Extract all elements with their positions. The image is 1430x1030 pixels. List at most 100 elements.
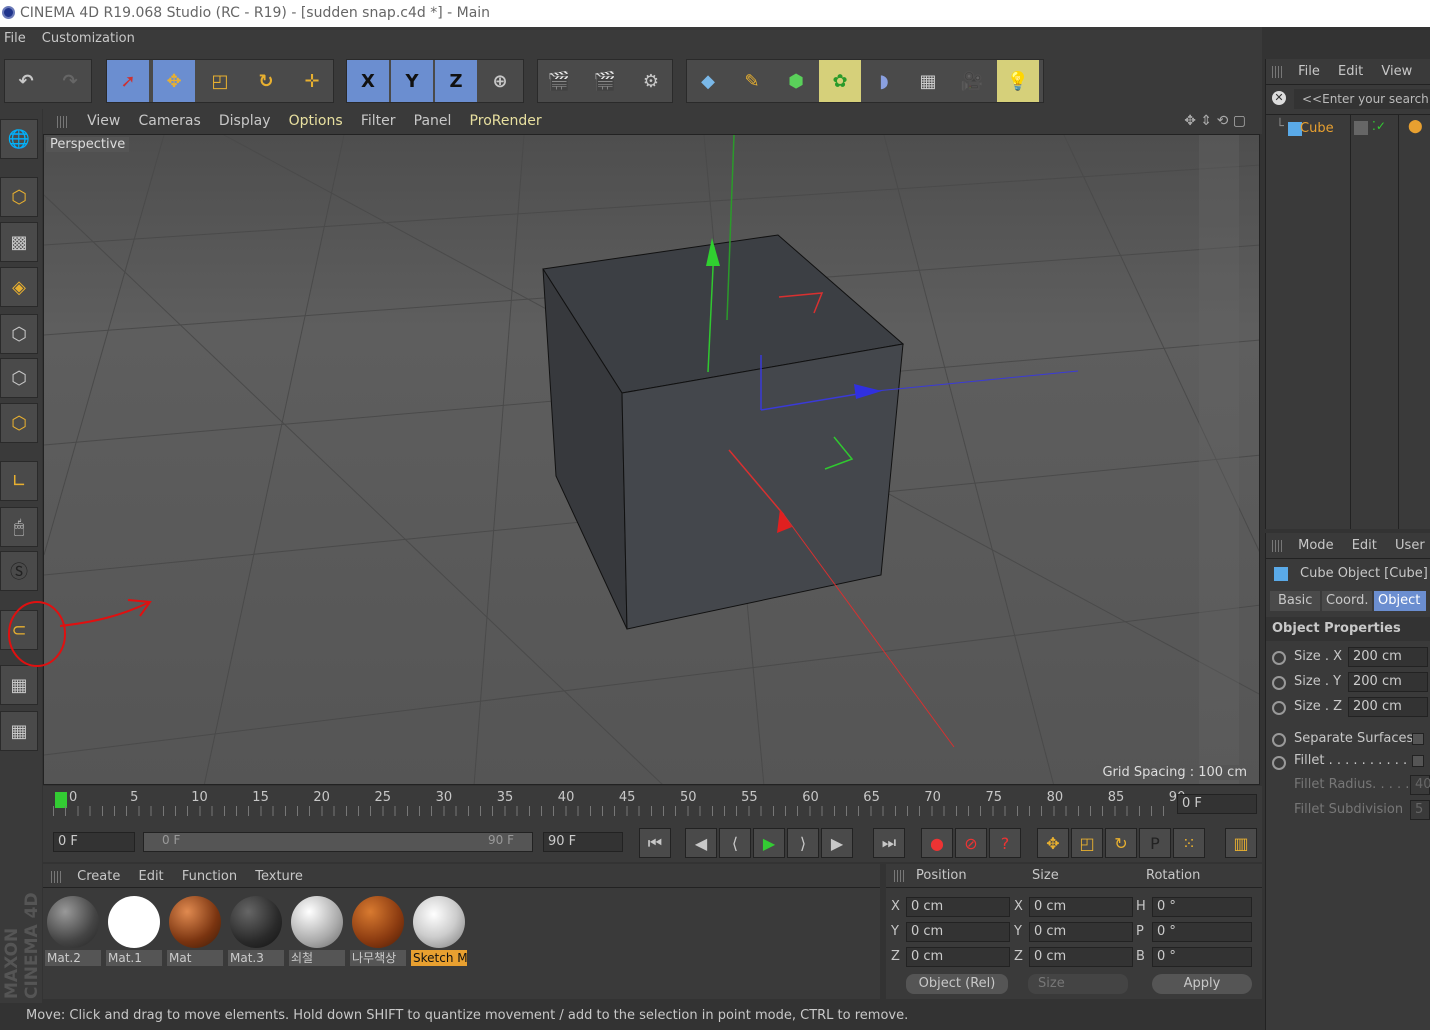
obj-menu-file[interactable]: File [1298, 64, 1320, 79]
tweak-mode-icon[interactable]: 🖱 [0, 507, 38, 547]
move-icon[interactable]: ✥ [153, 60, 195, 102]
scale-icon[interactable]: ◰ [199, 60, 241, 102]
prev-key-icon[interactable]: ◀ [685, 828, 717, 858]
menu-customization[interactable]: Customization [42, 31, 135, 46]
planar-workplane-icon[interactable]: ▦ [0, 711, 38, 751]
layer-icon[interactable] [1354, 121, 1368, 135]
viewport-menu-options[interactable]: Options [289, 113, 343, 129]
key-param-icon[interactable]: P [1139, 828, 1171, 858]
animation-dot-icon[interactable] [1272, 651, 1286, 665]
goto-start-icon[interactable]: ⏮ [639, 828, 671, 858]
deformer-icon[interactable]: ◗ [863, 60, 905, 102]
timeline-window-icon[interactable]: ▥ [1225, 828, 1257, 858]
viewport-menu-prorender[interactable]: ProRender [470, 113, 542, 129]
apply-button[interactable]: Apply [1152, 974, 1252, 994]
undo-icon[interactable]: ↶ [5, 60, 47, 102]
separate-surfaces-checkbox[interactable] [1412, 733, 1424, 745]
render-picture-viewer-icon[interactable]: 🎬 [584, 60, 626, 102]
keyframe-selection-icon[interactable]: ? [989, 828, 1021, 858]
workplane-icon[interactable]: ◈ [0, 267, 38, 307]
position-x-field[interactable]: 0 cm [906, 897, 1010, 917]
viewport-navigation-icons[interactable]: ✥ ⇕ ⟲ ▢ [1184, 109, 1246, 133]
mat-menu-create[interactable]: Create [77, 869, 120, 884]
camera-icon[interactable]: 🎥 [951, 60, 993, 102]
cloner-icon[interactable]: ✿ [819, 60, 861, 102]
render-view-icon[interactable]: 🎬 [538, 60, 580, 102]
animation-dot-icon[interactable] [1272, 701, 1286, 715]
material-tag-icon[interactable]: ⬤ [1408, 119, 1423, 134]
attr-menu-edit[interactable]: Edit [1352, 538, 1377, 553]
key-position-icon[interactable]: ✥ [1037, 828, 1069, 858]
material-swatch[interactable]: 나무책상 [350, 894, 406, 966]
material-swatch[interactable]: Sketch M [411, 894, 467, 966]
object-search-input[interactable]: <<Enter your search [1294, 89, 1430, 109]
obj-menu-view[interactable]: View [1381, 64, 1412, 79]
prev-frame-icon[interactable]: ⟨ [719, 828, 751, 858]
key-scale-icon[interactable]: ◰ [1071, 828, 1103, 858]
pen-icon[interactable]: ✎ [731, 60, 773, 102]
polygons-mode-icon[interactable]: ⬡ [0, 403, 38, 443]
tab-object[interactable]: Object [1374, 591, 1426, 611]
animation-dot-icon[interactable] [1272, 676, 1286, 690]
floor-icon[interactable]: ▦ [907, 60, 949, 102]
attr-menu-mode[interactable]: Mode [1298, 538, 1333, 553]
viewport-menu-panel[interactable]: Panel [414, 113, 452, 129]
fillet-checkbox[interactable] [1412, 755, 1424, 767]
viewport-menu-filter[interactable]: Filter [361, 113, 396, 129]
size-mode-dropdown[interactable]: Size [1028, 974, 1128, 994]
cube-object[interactable] [542, 234, 905, 630]
cube-icon[interactable]: ◆ [687, 60, 729, 102]
autokey-icon[interactable]: ⊘ [955, 828, 987, 858]
points-mode-icon[interactable]: ⬡ [0, 314, 38, 354]
end-frame-field[interactable]: 90 F [543, 832, 623, 852]
start-frame-field[interactable]: 0 F [53, 832, 135, 852]
material-swatch[interactable]: Mat.1 [106, 894, 162, 966]
material-swatch[interactable]: Mat [167, 894, 223, 966]
lock-workplane-icon[interactable]: ▦ [0, 665, 38, 705]
light-icon[interactable]: 💡 [997, 60, 1039, 102]
timeline-ruler[interactable]: 051015202530354045505560657075808590 0 F [43, 786, 1262, 826]
next-key-icon[interactable]: ▶ [821, 828, 853, 858]
current-frame-field[interactable]: 0 F [1177, 794, 1257, 814]
visibility-check-icon[interactable]: ⁚✓ [1372, 119, 1386, 133]
model-mode-icon[interactable]: ⬡ [0, 177, 38, 217]
animation-dot-icon[interactable] [1272, 733, 1286, 747]
mat-menu-texture[interactable]: Texture [255, 869, 303, 884]
size-x-field[interactable]: 0 cm [1029, 897, 1133, 917]
key-pla-icon[interactable]: ⁙ [1173, 828, 1205, 858]
position-y-field[interactable]: 0 cm [906, 922, 1010, 942]
size-x-input[interactable]: 200 cm [1348, 647, 1428, 667]
goto-end-icon[interactable]: ⏭ [873, 828, 905, 858]
material-swatch[interactable]: Mat.2 [45, 894, 101, 966]
axis-z-button[interactable]: Z [435, 60, 477, 102]
coordinate-mode-dropdown[interactable]: Object (Rel) [906, 974, 1008, 994]
viewport-menu-cameras[interactable]: Cameras [139, 113, 201, 129]
tab-basic[interactable]: Basic [1270, 591, 1320, 611]
rotation-b-field[interactable]: 0 ° [1152, 947, 1252, 967]
axis-y-button[interactable]: Y [391, 60, 433, 102]
render-settings-icon[interactable]: ⚙ [630, 60, 672, 102]
size-y-input[interactable]: 200 cm [1348, 672, 1428, 692]
coordinate-system-icon[interactable]: ⊕ [479, 60, 521, 102]
redo-icon[interactable]: ↷ [49, 60, 91, 102]
animation-dot-icon[interactable] [1272, 756, 1286, 770]
solo-icon[interactable]: Ⓢ [0, 551, 38, 591]
object-row-cube[interactable]: └ Cube ⁚✓ ⬤ [1266, 115, 1430, 143]
rotation-h-field[interactable]: 0 ° [1152, 897, 1252, 917]
size-y-field[interactable]: 0 cm [1029, 922, 1133, 942]
attr-menu-user[interactable]: User [1395, 538, 1425, 553]
subdivision-icon[interactable]: ⬢ [775, 60, 817, 102]
texture-mode-icon[interactable]: ▩ [0, 222, 38, 262]
viewport-menu-display[interactable]: Display [219, 113, 271, 129]
live-select-icon[interactable]: ✛ [291, 60, 333, 102]
key-rotation-icon[interactable]: ↻ [1105, 828, 1137, 858]
mat-menu-edit[interactable]: Edit [138, 869, 163, 884]
size-z-input[interactable]: 200 cm [1348, 697, 1428, 717]
axis-x-button[interactable]: X [347, 60, 389, 102]
menu-file[interactable]: File [4, 31, 26, 46]
viewport-menu-view[interactable]: View [87, 113, 120, 129]
rotate-icon[interactable]: ↻ [245, 60, 287, 102]
tab-coord[interactable]: Coord. [1322, 591, 1372, 611]
next-frame-icon[interactable]: ⟩ [787, 828, 819, 858]
play-icon[interactable]: ▶ [753, 828, 785, 858]
